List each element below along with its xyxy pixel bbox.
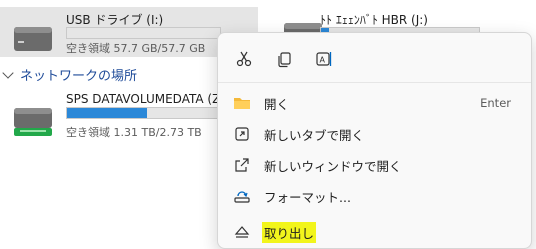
menu-item-eject[interactable]: 取り出し (224, 217, 527, 247)
menu-item-open[interactable]: 開く Enter (224, 88, 527, 118)
open-tab-icon (232, 124, 252, 144)
drive-name: SPS DATAVOLUMEDATA (Z:) (66, 92, 230, 106)
drive-capacity-fill (67, 108, 147, 118)
menu-item-label: 新しいタブで開く (264, 127, 365, 143)
menu-item-label: 新しいウィンドウで開く (264, 158, 402, 174)
network-locations-header[interactable]: ネットワークの場所 (2, 65, 138, 84)
menu-item-format[interactable]: フォーマット... (224, 181, 527, 211)
cut-icon (236, 51, 252, 67)
context-menu: A 開く Enter 新しいタブで開く 新しいウィンドウで開く フォーマット..… (217, 32, 532, 249)
menu-item-open-new-window[interactable]: 新しいウィンドウで開く (224, 150, 527, 180)
drive-capacity-bar (66, 27, 221, 39)
context-menu-toolbar: A (218, 33, 531, 83)
menu-item-label: 取り出し (262, 221, 317, 243)
usb-drive-icon (14, 27, 52, 51)
menu-item-shortcut: Enter (480, 96, 511, 110)
svg-text:A: A (320, 56, 326, 65)
copy-icon (278, 52, 291, 68)
rename-icon: A (316, 52, 332, 66)
chevron-down-icon (2, 66, 14, 79)
menu-item-open-new-tab[interactable]: 新しいタブで開く (224, 119, 527, 149)
rename-button[interactable]: A (308, 44, 340, 74)
open-window-icon (232, 155, 252, 175)
drive-capacity-bar (66, 107, 221, 119)
cut-button[interactable] (228, 44, 260, 74)
eject-icon (232, 222, 252, 242)
section-label: ネットワークの場所 (20, 69, 138, 84)
drive-free-space: 空き領域 57.7 GB/57.7 GB (66, 42, 206, 55)
folder-icon (232, 93, 252, 113)
menu-item-label: 開く (264, 96, 290, 112)
network-drive-icon (14, 108, 52, 136)
drive-name: ﾄﾄ ｴｪｪﾝﾊﾞﾄ HBR (J:) (320, 13, 428, 27)
drive-name: USB ドライブ (I:) (66, 13, 164, 27)
menu-item-label: フォーマット... (264, 189, 351, 205)
drive-free-space: 空き領域 1.31 TB/2.73 TB (66, 126, 202, 139)
format-icon (232, 186, 252, 206)
copy-button[interactable] (268, 44, 300, 74)
